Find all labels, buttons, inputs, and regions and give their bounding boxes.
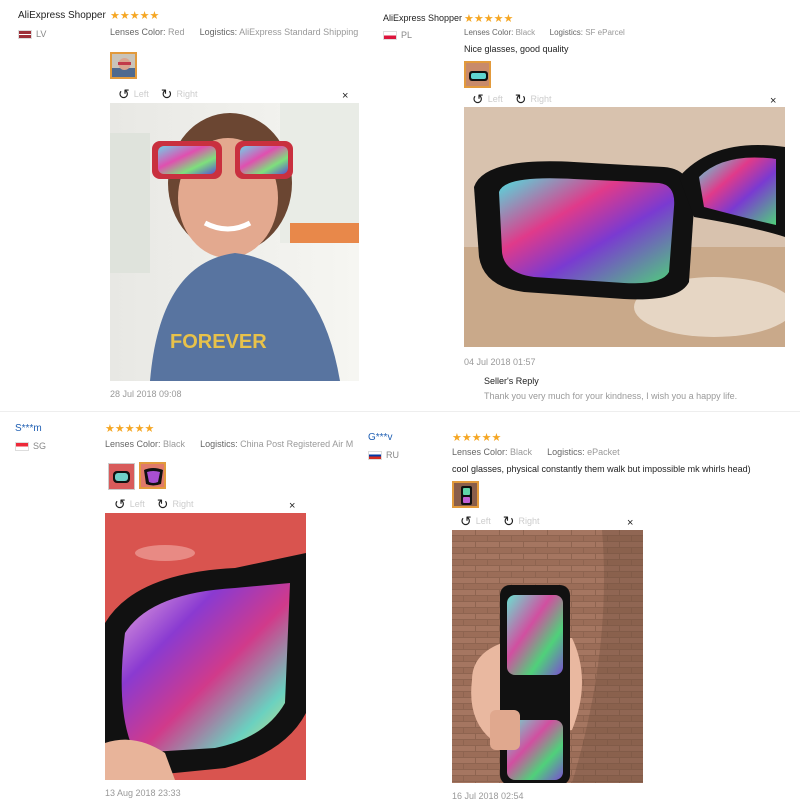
- review-comment: cool glasses, physical constantly them w…: [452, 464, 751, 474]
- reviewer-country: PL: [383, 30, 412, 40]
- logistics-label: Logistics:: [547, 447, 585, 457]
- rotate-left-icon[interactable]: ↺: [114, 497, 126, 511]
- logistics-value: China Post Registered Air M: [240, 439, 354, 449]
- photo-thumbnail[interactable]: [108, 463, 135, 490]
- order-info: Lenses Color: Black Logistics: ePacket: [452, 447, 620, 457]
- reviewer-name[interactable]: AliExpress Shopper: [18, 10, 106, 21]
- order-info: Lenses Color: Red Logistics: AliExpress …: [110, 27, 358, 37]
- thumbnail-image: [112, 54, 135, 77]
- logistics-value: SF eParcel: [585, 28, 625, 37]
- reviewer-country: SG: [15, 441, 46, 451]
- lenses-value: Black: [163, 439, 186, 449]
- country-code: PL: [401, 30, 413, 40]
- country-code: RU: [386, 450, 399, 460]
- reviewer-name[interactable]: AliExpress Shopper: [383, 13, 462, 23]
- photo-image: [452, 530, 643, 783]
- rotate-left-icon[interactable]: ↺: [118, 87, 130, 101]
- svg-text:FOREVER: FOREVER: [170, 331, 267, 353]
- flag-icon: [368, 450, 382, 460]
- review-photo[interactable]: [464, 107, 785, 347]
- reviewer-name[interactable]: G***v: [368, 432, 392, 443]
- flag-icon: [15, 441, 29, 451]
- rotate-right-icon[interactable]: ↻: [157, 497, 169, 511]
- photo-thumbnail[interactable]: [139, 462, 166, 489]
- rating-stars: ★★★★★: [452, 432, 502, 444]
- photo-controls: ↺ Left ↻ Right: [460, 514, 540, 528]
- rotate-right-label[interactable]: Right: [172, 499, 193, 509]
- photo-controls: ↺ Left ↻ Right: [472, 92, 552, 106]
- photo-controls: ↺ Left ↻ Right: [118, 87, 198, 101]
- photo-thumbnail[interactable]: [110, 52, 137, 79]
- rating-stars: ★★★★★: [110, 10, 160, 22]
- review-photo[interactable]: [105, 513, 306, 780]
- review-date: 28 Jul 2018 09:08: [110, 389, 182, 399]
- photo-image: [464, 107, 785, 347]
- rotate-right-label[interactable]: Right: [518, 516, 539, 526]
- reviewer-country: LV: [18, 29, 46, 39]
- rotate-left-label[interactable]: Left: [488, 94, 503, 104]
- photo-thumbnail[interactable]: [452, 481, 479, 508]
- reviewer-country: RU: [368, 450, 399, 460]
- thumbnail-image: [466, 63, 489, 86]
- rotate-right-icon[interactable]: ↻: [503, 514, 515, 528]
- lenses-value: Black: [510, 447, 533, 457]
- rating-stars: ★★★★★: [105, 423, 155, 435]
- lenses-label: Lenses Color:: [464, 28, 514, 37]
- lenses-value: Black: [515, 28, 536, 37]
- seller-reply-text: Thank you very much for your kindness, I…: [484, 391, 738, 401]
- order-info: Lenses Color: Black Logistics: SF eParce…: [464, 28, 625, 37]
- rotate-left-label[interactable]: Left: [134, 89, 149, 99]
- row-divider: [0, 411, 800, 412]
- country-code: SG: [33, 441, 47, 451]
- close-icon[interactable]: ×: [770, 95, 776, 107]
- order-info: Lenses Color: Black Logistics: China Pos…: [105, 439, 353, 449]
- review-date: 04 Jul 2018 01:57: [464, 357, 536, 367]
- close-icon[interactable]: ×: [627, 517, 633, 529]
- rating-stars: ★★★★★: [464, 13, 514, 25]
- logistics-value: ePacket: [587, 447, 620, 457]
- rotate-left-label[interactable]: Left: [130, 499, 145, 509]
- review-photo[interactable]: [452, 530, 643, 783]
- review-photo[interactable]: FOREVER: [110, 103, 359, 381]
- logistics-value: AliExpress Standard Shipping: [239, 27, 359, 37]
- logistics-label: Logistics:: [200, 439, 238, 449]
- close-icon[interactable]: ×: [342, 90, 348, 102]
- rotate-left-label[interactable]: Left: [476, 516, 491, 526]
- review-date: 13 Aug 2018 23:33: [105, 788, 181, 798]
- flag-icon: [18, 29, 32, 39]
- reviewer-name[interactable]: S***m: [15, 423, 42, 434]
- seller-reply-title: Seller's Reply: [484, 376, 539, 386]
- lenses-label: Lenses Color:: [452, 447, 508, 457]
- flag-icon: [383, 30, 397, 40]
- rotate-right-icon[interactable]: ↻: [161, 87, 173, 101]
- lenses-value: Red: [168, 27, 185, 37]
- logistics-label: Logistics:: [199, 27, 238, 37]
- logistics-label: Logistics:: [549, 28, 583, 37]
- photo-image: [105, 513, 306, 780]
- review-comment: Nice glasses, good quality: [464, 44, 569, 54]
- rotate-left-icon[interactable]: ↺: [472, 92, 484, 106]
- photo-image: FOREVER: [110, 103, 359, 381]
- lenses-label: Lenses Color:: [105, 439, 161, 449]
- thumbnail-image: [141, 464, 164, 487]
- rotate-right-icon[interactable]: ↻: [515, 92, 527, 106]
- photo-controls: ↺ Left ↻ Right: [114, 497, 194, 511]
- photo-thumbnail[interactable]: [464, 61, 491, 88]
- thumbnail-image: [109, 464, 134, 489]
- close-icon[interactable]: ×: [289, 500, 295, 512]
- lenses-label: Lenses Color:: [110, 27, 166, 37]
- rotate-left-icon[interactable]: ↺: [460, 514, 472, 528]
- country-code: LV: [36, 29, 47, 39]
- rotate-right-label[interactable]: Right: [176, 89, 197, 99]
- rotate-right-label[interactable]: Right: [530, 94, 551, 104]
- thumbnail-image: [454, 483, 477, 506]
